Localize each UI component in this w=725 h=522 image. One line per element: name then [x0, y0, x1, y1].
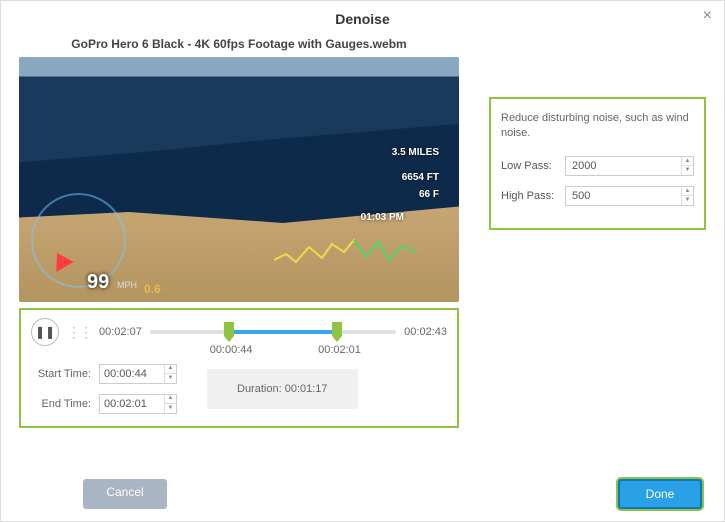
video-preview[interactable]: 99 MPH 0.6 3.5 MILES 6654 FT 66 F 01:03 … — [19, 57, 459, 302]
low-pass-input[interactable]: 2000 ▲ ▼ — [565, 156, 694, 176]
compass-gauge — [31, 193, 126, 288]
pause-button[interactable]: ❚❚ — [31, 318, 59, 346]
done-button[interactable]: Done — [618, 479, 702, 509]
dialog-title: Denoise — [1, 1, 724, 37]
duration-display: Duration: 00:01:17 — [207, 369, 358, 409]
start-time-value: 00:00:44 — [100, 368, 164, 380]
close-icon[interactable]: × — [703, 7, 712, 25]
low-pass-value: 2000 — [566, 157, 681, 175]
start-time-input[interactable]: 00:00:44 ▲ ▼ — [99, 364, 177, 384]
start-time-down-icon[interactable]: ▼ — [165, 374, 176, 384]
timeline-grip-icon: ⋮⋮ — [67, 324, 91, 341]
denoise-settings: Reduce disturbing noise, such as wind no… — [489, 97, 706, 230]
elevation-graph — [274, 232, 424, 272]
speed-value: 99 — [87, 271, 109, 294]
trim-end-label: 00:02:01 — [318, 344, 361, 356]
overlay-alt: 6654 FT — [402, 172, 439, 183]
current-time: 00:02:07 — [99, 326, 142, 338]
trim-handle-end[interactable] — [332, 322, 342, 336]
end-time-value: 00:02:01 — [100, 398, 164, 410]
end-time-input[interactable]: 00:02:01 ▲ ▼ — [99, 394, 177, 414]
total-time: 00:02:43 — [404, 326, 447, 338]
end-time-label: End Time: — [31, 398, 91, 410]
low-pass-down-icon[interactable]: ▼ — [682, 166, 693, 175]
timeline-panel: ❚❚ ⋮⋮ 00:02:07 00:00:44 00:02:01 00:02:4… — [19, 308, 459, 428]
overlay-time: 01:03 PM — [361, 212, 404, 223]
high-pass-value: 500 — [566, 187, 681, 205]
start-time-up-icon[interactable]: ▲ — [165, 364, 176, 374]
alt-small: 0.6 — [144, 282, 161, 296]
speed-unit: MPH — [117, 280, 137, 290]
timeline-track[interactable]: 00:00:44 00:02:01 — [150, 330, 396, 334]
end-time-up-icon[interactable]: ▲ — [165, 394, 176, 404]
low-pass-up-icon[interactable]: ▲ — [682, 157, 693, 166]
high-pass-label: High Pass: — [501, 190, 559, 202]
high-pass-down-icon[interactable]: ▼ — [682, 196, 693, 205]
end-time-down-icon[interactable]: ▼ — [165, 404, 176, 414]
high-pass-input[interactable]: 500 ▲ ▼ — [565, 186, 694, 206]
low-pass-label: Low Pass: — [501, 160, 559, 172]
cancel-button[interactable]: Cancel — [83, 479, 167, 509]
settings-description: Reduce disturbing noise, such as wind no… — [501, 111, 694, 142]
high-pass-up-icon[interactable]: ▲ — [682, 187, 693, 196]
overlay-alt2: 66 F — [419, 189, 439, 200]
overlay-distance: 3.5 MILES — [392, 147, 439, 158]
trim-start-label: 00:00:44 — [210, 344, 253, 356]
file-name: GoPro Hero 6 Black - 4K 60fps Footage wi… — [19, 37, 459, 51]
trim-handle-start[interactable] — [224, 322, 234, 336]
start-time-label: Start Time: — [31, 368, 91, 380]
